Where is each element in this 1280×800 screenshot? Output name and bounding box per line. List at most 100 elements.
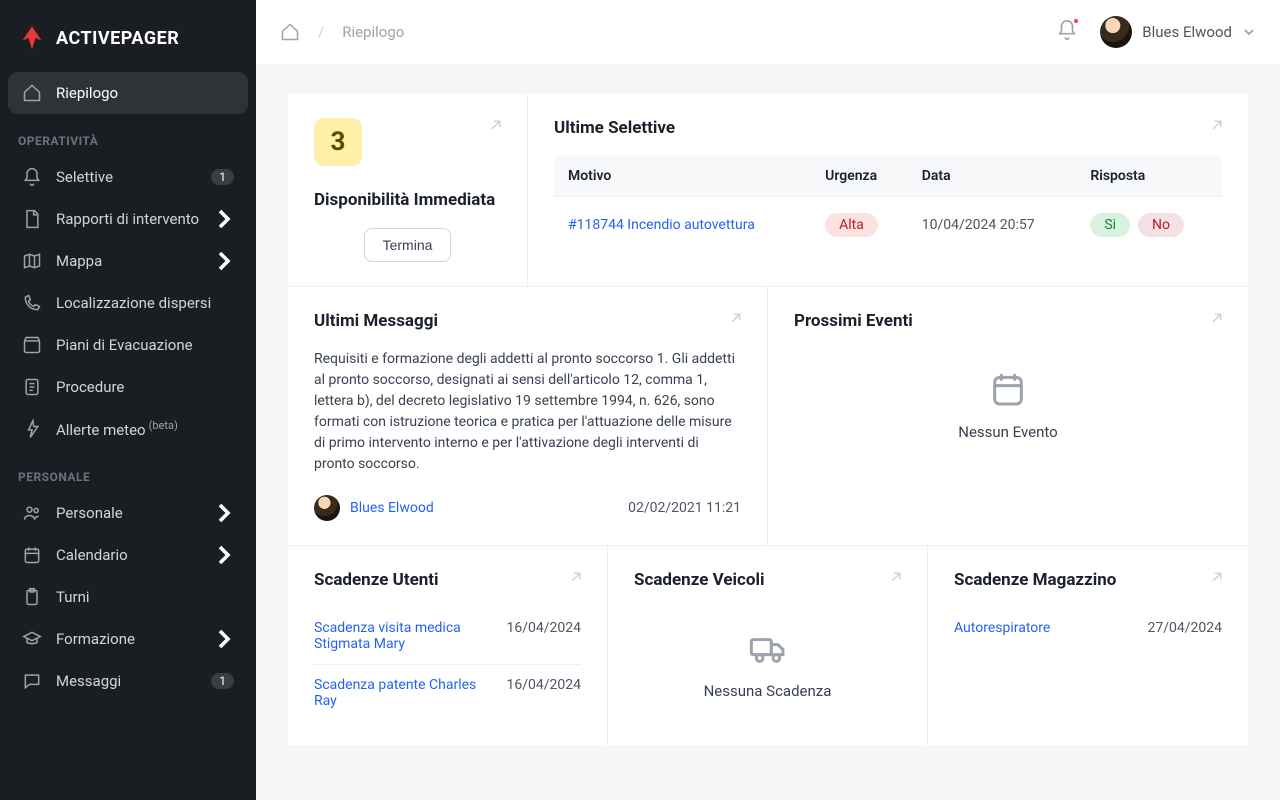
card-disponibilita: 3 Disponibilità Immediata Termina: [288, 94, 528, 287]
sidebar-item-mappa[interactable]: Mappa: [8, 240, 248, 282]
chevron-right-icon: [214, 545, 234, 565]
chevron-right-icon: [214, 629, 234, 649]
sidebar-item-turni[interactable]: Turni: [8, 576, 248, 618]
badge-count: 1: [211, 169, 234, 185]
sidebar-item-formazione[interactable]: Formazione: [8, 618, 248, 660]
card-title: Prossimi Eventi: [794, 311, 1222, 331]
col-urgenza: Urgenza: [811, 156, 908, 197]
sidebar-item-calendario[interactable]: Calendario: [8, 534, 248, 576]
card-scadenze-magazzino: Scadenze Magazzino Autorespiratore 27/04…: [928, 546, 1248, 745]
card-prossimi-eventi: Prossimi Eventi Nessun Evento: [768, 287, 1248, 545]
open-icon[interactable]: [1208, 116, 1226, 134]
deadline-link[interactable]: Scadenza patente Charles Ray: [314, 677, 491, 709]
sidebar-item-label: Personale: [56, 504, 123, 522]
chat-icon: [22, 671, 42, 691]
notifications-button[interactable]: [1056, 19, 1078, 45]
chevron-right-icon: [214, 503, 234, 523]
phone-locate-icon: [22, 293, 42, 313]
card-ultime-selettive: Ultime Selettive Motivo Urgenza Data Ris…: [528, 94, 1248, 287]
sidebar-item-piani[interactable]: Piani di Evacuazione: [8, 324, 248, 366]
calendar-icon: [988, 369, 1028, 409]
card-title: Ultime Selettive: [554, 118, 1222, 138]
empty-text: Nessuna Scadenza: [634, 682, 901, 700]
bell-alert-icon: [22, 167, 42, 187]
selettiva-link[interactable]: #118744 Incendio autovettura: [568, 217, 755, 233]
deadline-link[interactable]: Scadenza visita medica Stigmata Mary: [314, 620, 491, 652]
card-title: Scadenze Veicoli: [634, 570, 901, 590]
deadline-item: Scadenza patente Charles Ray 16/04/2024: [314, 665, 581, 721]
sidebar-item-label: Allerte meteo(beta): [56, 419, 178, 439]
document-lines-icon: [22, 377, 42, 397]
sidebar-item-personale[interactable]: Personale: [8, 492, 248, 534]
badge-count: 1: [211, 673, 234, 689]
beta-tag: (beta): [149, 419, 178, 432]
sidebar-item-label: Formazione: [56, 630, 135, 648]
selettiva-date: 10/04/2024 20:57: [908, 197, 1077, 254]
message-author[interactable]: Blues Elwood: [314, 495, 434, 521]
sidebar-item-label: Turni: [56, 588, 90, 606]
card-title: Disponibilità Immediata: [314, 190, 501, 210]
home-icon: [22, 83, 42, 103]
brand-name: ACTIVEPAGER: [56, 28, 179, 49]
sidebar-item-selettive[interactable]: Selettive 1: [8, 156, 248, 198]
document-icon: [22, 209, 42, 229]
sidebar-section-operativita: OPERATIVITÀ: [8, 114, 248, 156]
sidebar-item-label: Messaggi: [56, 672, 121, 690]
user-menu[interactable]: Blues Elwood: [1100, 16, 1256, 48]
sidebar-item-label: Localizzazione dispersi: [56, 294, 211, 312]
chevron-right-icon: [214, 251, 234, 271]
topbar: / Riepilogo Blues Elwood: [256, 0, 1280, 64]
sidebar-section-personale: PERSONALE: [8, 450, 248, 492]
card-scadenze-veicoli: Scadenze Veicoli Nessuna Scadenza: [608, 546, 928, 745]
deadline-item: Autorespiratore 27/04/2024: [954, 608, 1222, 648]
selettive-table: Motivo Urgenza Data Risposta #118744 Inc…: [554, 156, 1222, 253]
avatar: [314, 495, 340, 521]
deadline-date: 16/04/2024: [507, 620, 582, 636]
card-scadenze-utenti: Scadenze Utenti Scadenza visita medica S…: [288, 546, 608, 745]
deadline-item: Scadenza visita medica Stigmata Mary 16/…: [314, 608, 581, 665]
sidebar-item-allerte[interactable]: Allerte meteo(beta): [8, 408, 248, 450]
deadline-link[interactable]: Autorespiratore: [954, 620, 1132, 636]
archive-icon: [22, 335, 42, 355]
open-icon[interactable]: [1208, 568, 1226, 586]
open-icon[interactable]: [1208, 309, 1226, 327]
home-icon[interactable]: [280, 22, 300, 42]
breadcrumb-separator: /: [318, 23, 324, 41]
weather-icon: [22, 419, 42, 439]
card-title: Ultimi Messaggi: [314, 311, 741, 331]
education-icon: [22, 629, 42, 649]
calendar-icon: [22, 545, 42, 565]
logo-icon: [18, 24, 46, 52]
open-icon[interactable]: [487, 116, 505, 134]
message-body: Requisiti e formazione degli addetti al …: [314, 349, 741, 475]
chevron-right-icon: [214, 209, 234, 229]
termina-button[interactable]: Termina: [364, 228, 452, 262]
col-data: Data: [908, 156, 1077, 197]
sidebar-item-localizzazione[interactable]: Localizzazione dispersi: [8, 282, 248, 324]
clipboard-icon: [22, 587, 42, 607]
breadcrumb: / Riepilogo: [280, 22, 404, 42]
message-date: 02/02/2021 11:21: [628, 500, 741, 516]
card-title: Scadenze Utenti: [314, 570, 581, 590]
card-ultimi-messaggi: Ultimi Messaggi Requisiti e formazione d…: [288, 287, 768, 545]
open-icon[interactable]: [727, 309, 745, 327]
sidebar-item-label: Mappa: [56, 252, 102, 270]
open-icon[interactable]: [567, 568, 585, 586]
empty-text: Nessun Evento: [794, 423, 1222, 441]
sidebar-item-label: Selettive: [56, 168, 113, 186]
sidebar-item-riepilogo[interactable]: Riepilogo: [8, 72, 248, 114]
sidebar-item-messaggi[interactable]: Messaggi 1: [8, 660, 248, 702]
open-icon[interactable]: [887, 568, 905, 586]
sidebar-item-procedure[interactable]: Procedure: [8, 366, 248, 408]
sidebar-item-rapporti[interactable]: Rapporti di intervento: [8, 198, 248, 240]
truck-icon: [748, 628, 788, 668]
brand[interactable]: ACTIVEPAGER: [8, 16, 248, 72]
risposta-no-button[interactable]: No: [1138, 213, 1184, 237]
risposta-si-button[interactable]: Si: [1090, 213, 1130, 237]
user-name: Blues Elwood: [1142, 23, 1232, 41]
sidebar: ACTIVEPAGER Riepilogo OPERATIVITÀ Selett…: [0, 0, 256, 800]
card-title: Scadenze Magazzino: [954, 570, 1222, 590]
sidebar-item-label: Calendario: [56, 546, 128, 564]
col-motivo: Motivo: [554, 156, 811, 197]
col-risposta: Risposta: [1076, 156, 1222, 197]
